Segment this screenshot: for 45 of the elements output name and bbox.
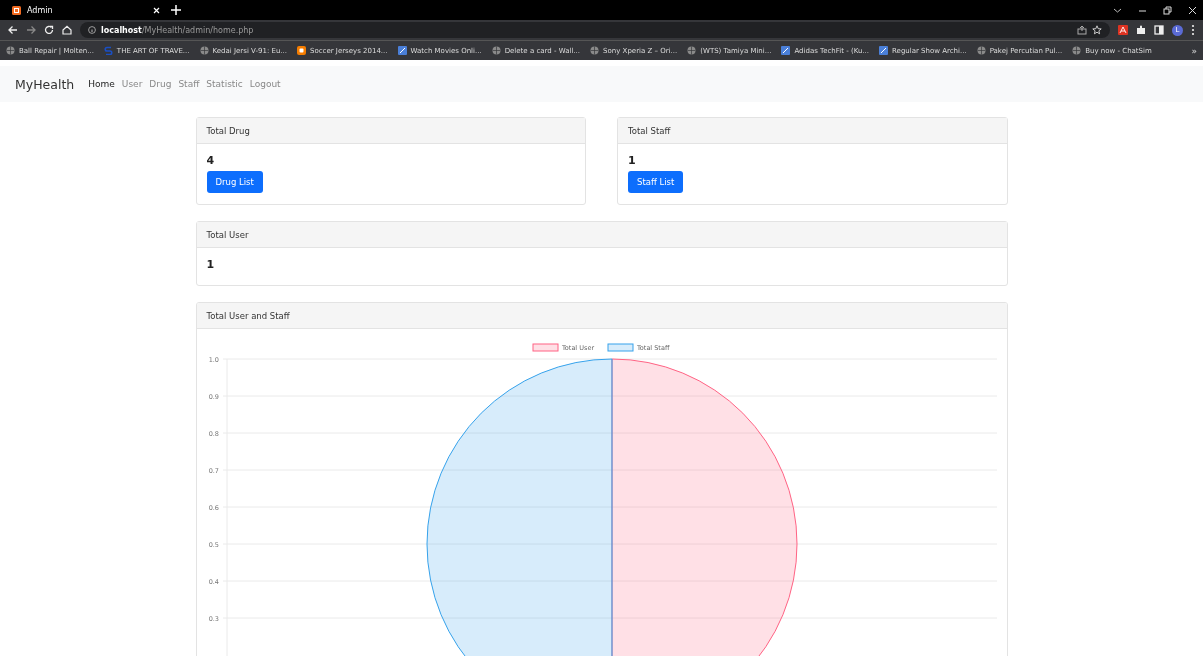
address-bar[interactable]: localhost/MyHealth/admin/home.php [80, 22, 1110, 38]
site-icon [397, 46, 407, 55]
side-panel-icon[interactable] [1154, 25, 1164, 35]
count-value: 1 [628, 154, 637, 167]
card-title: Total Drug [206, 125, 250, 136]
nav-link[interactable]: Statistic [206, 79, 243, 89]
nav-link[interactable]: Drug [149, 79, 172, 89]
s-logo-icon [103, 46, 113, 55]
info-icon [88, 26, 96, 34]
back-arrow-icon[interactable] [8, 25, 18, 35]
card-title: Total User and Staff [206, 310, 290, 321]
close-icon[interactable] [1188, 5, 1197, 15]
globe-icon [6, 46, 15, 55]
globe-icon [1072, 46, 1082, 55]
card-title: Total User [206, 229, 249, 240]
restore-icon[interactable] [1163, 5, 1172, 15]
more-bookmarks[interactable]: » [1191, 45, 1197, 56]
nav-link[interactable]: Home [88, 79, 115, 89]
count-value: 4 [206, 154, 216, 167]
share-icon[interactable] [1077, 25, 1087, 35]
nav-link[interactable]: Staff [178, 79, 200, 89]
forward-arrow-icon[interactable] [26, 25, 36, 35]
site-icon [781, 46, 791, 55]
star-icon[interactable] [1092, 25, 1102, 35]
brand-logo[interactable]: MyHealth [15, 76, 75, 92]
reload-icon[interactable] [44, 25, 54, 35]
count-value: 1 [206, 258, 216, 271]
card-title: Total Staff [628, 125, 671, 136]
home-icon[interactable] [62, 25, 72, 35]
url-text: localhost/MyHealth/admin/home.php [101, 25, 254, 35]
app-icon [12, 5, 21, 15]
pdf-icon[interactable] [1118, 25, 1128, 35]
blog-icon [297, 46, 306, 55]
globe-icon [687, 46, 697, 55]
tab-title: Admin [27, 5, 54, 15]
globe-icon [199, 46, 209, 55]
nav-link[interactable]: User [121, 79, 143, 89]
nav-link[interactable]: Logout [249, 79, 281, 89]
list-button[interactable]: Staff List [628, 171, 684, 193]
site-icon [879, 46, 889, 55]
globe-icon [491, 46, 501, 55]
globe-icon [976, 46, 986, 55]
globe-icon [590, 46, 600, 55]
list-button[interactable]: Drug List [206, 171, 263, 193]
more-vertical-icon[interactable] [1191, 24, 1195, 36]
